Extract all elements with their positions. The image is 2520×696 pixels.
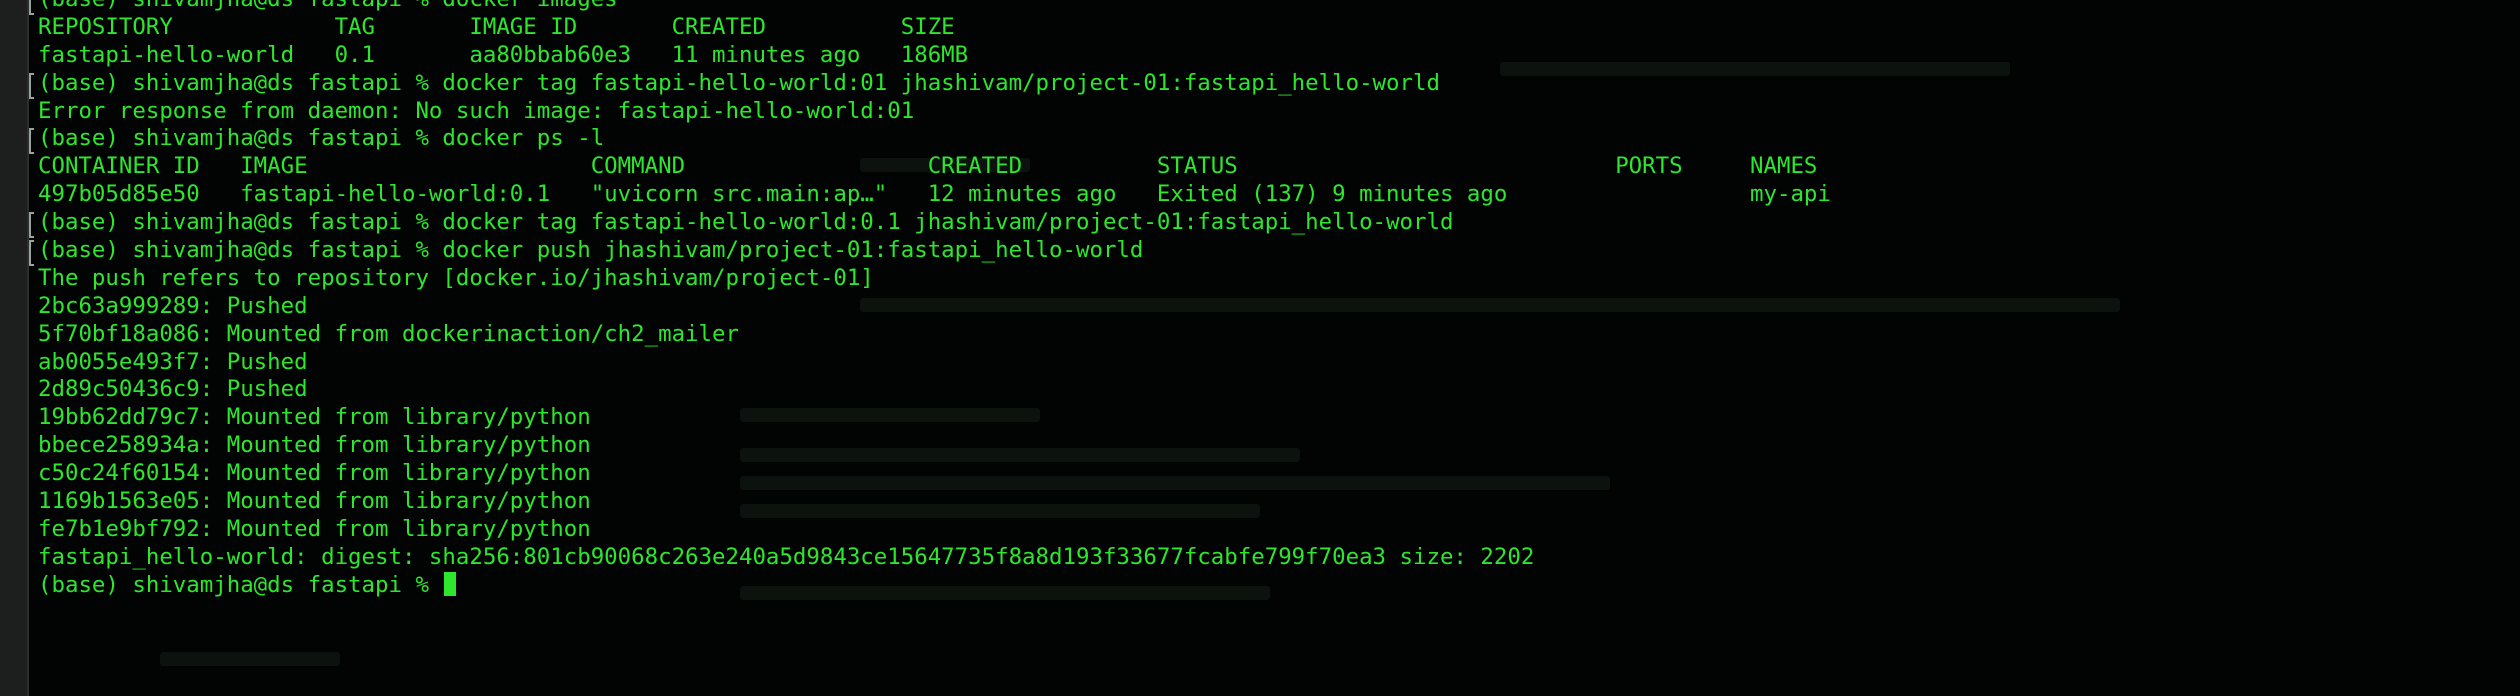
terminal-line: 497b05d85e50 fastapi-hello-world:0.1 "uv… [38, 181, 1831, 208]
terminal-line: ab0055e493f7: Pushed [38, 348, 308, 375]
terminal-line: (base) shivamjha@ds fastapi % docker tag… [29, 209, 1831, 239]
terminal-prompt: (base) shivamjha@ds fastapi % [38, 571, 443, 598]
terminal-line: c50c24f60154: Mounted from library/pytho… [38, 460, 591, 487]
terminal-line: bbece258934a: Mounted from library/pytho… [38, 432, 591, 459]
terminal-line: 5f70bf18a086: Mounted from dockerinactio… [38, 320, 739, 347]
terminal-window[interactable]: (base) shivamjha@ds fastapi % docker ima… [0, 0, 2520, 696]
terminal-line: 2bc63a999289: Pushed [38, 292, 308, 319]
terminal-prompt-line[interactable]: (base) shivamjha@ds fastapi % [38, 571, 1831, 600]
terminal-output: (base) shivamjha@ds fastapi % docker ima… [29, 0, 1831, 600]
terminal-line: 1169b1563e05: Mounted from library/pytho… [38, 488, 591, 515]
window-left-edge [0, 0, 29, 696]
terminal-line: fe7b1e9bf792: Mounted from library/pytho… [38, 515, 591, 542]
terminal-line: 19bb62dd79c7: Mounted from library/pytho… [38, 404, 591, 431]
terminal-line: fastapi-hello-world 0.1 aa80bbab60e3 11 … [38, 41, 969, 68]
terminal-line: (base) shivamjha@ds fastapi % docker ima… [29, 0, 1831, 15]
terminal-line: 2d89c50436c9: Pushed [38, 376, 308, 403]
terminal-line: (base) shivamjha@ds fastapi % docker ps … [29, 125, 1831, 155]
terminal-line: (base) shivamjha@ds fastapi % docker tag… [29, 70, 1831, 99]
terminal-line: REPOSITORY TAG IMAGE ID CREATED SIZE [38, 13, 955, 40]
terminal-line: The push refers to repository [docker.io… [38, 264, 874, 291]
terminal-line: Error response from daemon: No such imag… [38, 97, 915, 124]
terminal-line: fastapi_hello-world: digest: sha256:801c… [38, 543, 1535, 570]
terminal-line: CONTAINER ID IMAGE COMMAND CREATED STATU… [38, 153, 1818, 180]
terminal-cursor[interactable] [444, 571, 457, 596]
terminal-line: (base) shivamjha@ds fastapi % docker pus… [29, 237, 1831, 266]
